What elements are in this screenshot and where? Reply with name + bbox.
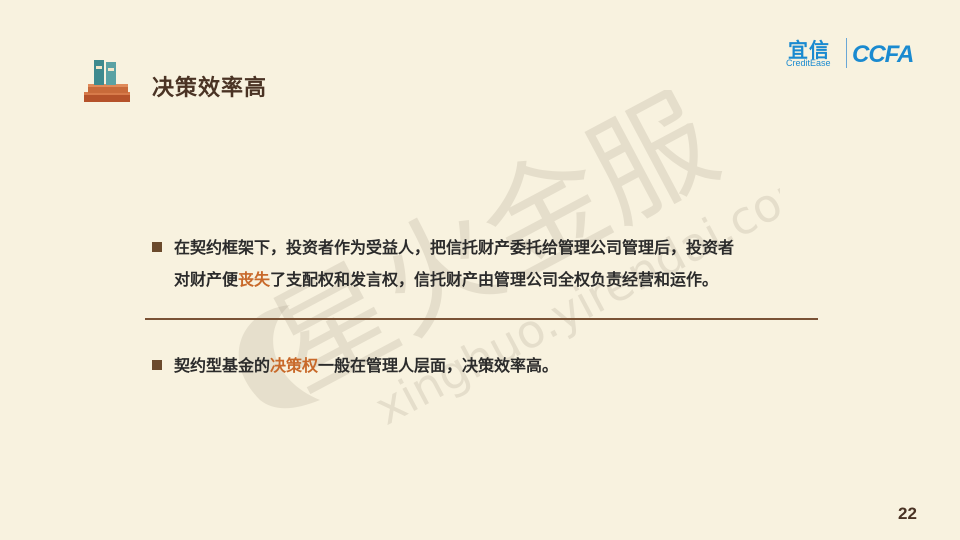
ccfa-logo: CCFA — [852, 41, 914, 66]
bullet-1-highlight: 丧失 — [238, 270, 271, 289]
bullet-1-line-2-pre: 对财产便 — [174, 270, 239, 289]
bullet-2-post: 一般在管理人层面，决策效率高。 — [318, 356, 559, 375]
bullet-point-1: 在契约框架下，投资者作为受益人，把信托财产委托给管理公司管理后，投资者 对财产便… — [152, 232, 812, 296]
bullet-1-line-2: 对财产便丧失了支配权和发言权，信托财产由管理公司全权负责经营和运作。 — [174, 264, 812, 296]
bullet-2-highlight: 决策权 — [270, 356, 319, 375]
logo-divider — [846, 38, 847, 68]
books-icon — [84, 60, 130, 102]
page-title: 决策效率高 — [152, 76, 268, 101]
bullet-1-text: 在契约框架下，投资者作为受益人，把信托财产委托给管理公司管理后，投资者 对财产便… — [174, 232, 812, 296]
bullet-marker — [152, 242, 162, 252]
divider-line — [145, 318, 818, 320]
bullet-2-pre: 契约型基金的 — [174, 356, 271, 375]
bullet-marker — [152, 360, 162, 370]
page-number: 22 — [898, 504, 917, 523]
bullet-1-line-2-post: 了支配权和发言权，信托财产由管理公司全权负责经营和运作。 — [270, 270, 719, 289]
creditease-logo-en: CreditEase — [786, 58, 831, 68]
bullet-point-2: 契约型基金的决策权一般在管理人层面，决策效率高。 — [152, 350, 812, 382]
slide: 星火金服 xinghuo.yirendai.com 决策效率高 宜信 Credi… — [0, 0, 960, 540]
ccfa-logo-text: CCFA — [852, 41, 913, 66]
creditease-logo: 宜信 CreditEase — [786, 36, 842, 72]
bullet-1-line-1: 在契约框架下，投资者作为受益人，把信托财产委托给管理公司管理后，投资者 — [174, 238, 735, 257]
bullet-2-text: 契约型基金的决策权一般在管理人层面，决策效率高。 — [174, 350, 812, 382]
